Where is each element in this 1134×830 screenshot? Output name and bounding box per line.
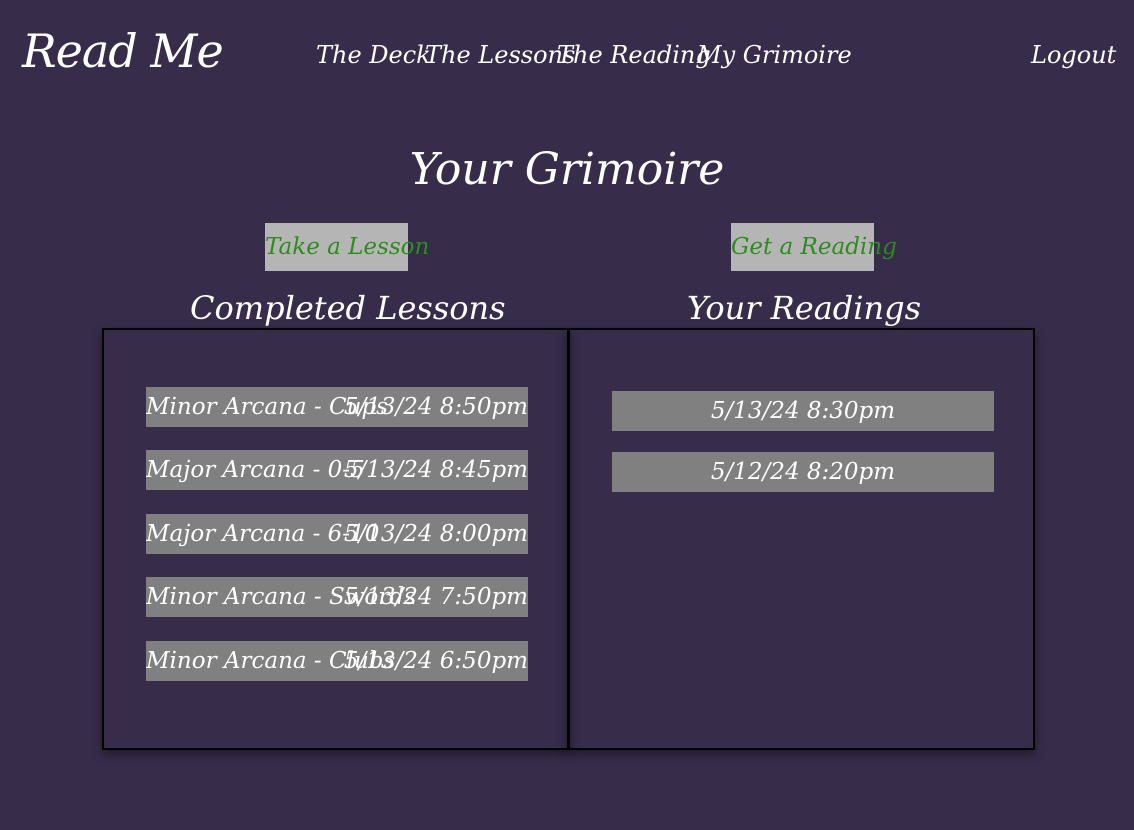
get-reading-button[interactable]: Get a Reading [731,223,897,271]
nav-link-deck[interactable]: The Deck [316,38,431,72]
lesson-timestamp: 5/13/24 6:50pm [343,648,528,674]
reading-row[interactable]: 5/13/24 8:30pm [612,391,994,431]
reading-row[interactable]: 5/12/24 8:20pm [612,452,994,492]
lesson-timestamp: 5/13/24 7:50pm [343,584,528,610]
lesson-name: Major Arcana - 0-5 [146,457,365,483]
logo[interactable]: Read Me [22,18,224,84]
lesson-row[interactable]: Major Arcana - 0-5 5/13/24 8:45pm [146,450,528,490]
completed-lessons-heading: Completed Lessons [190,289,506,327]
take-lesson-button[interactable]: Take a Lesson [265,223,429,271]
lesson-timestamp: 5/13/24 8:50pm [343,394,528,420]
lesson-timestamp: 5/13/24 8:00pm [343,521,528,547]
your-readings-heading: Your Readings [686,289,922,327]
lesson-row[interactable]: Minor Arcana - Clubs 5/13/24 6:50pm [146,641,528,681]
nav-link-reading[interactable]: The Reading [557,38,711,72]
nav-link-lessons[interactable]: The Lessons [425,38,575,72]
lesson-timestamp: 5/13/24 8:45pm [343,457,528,483]
lesson-row[interactable]: Major Arcana - 6-10 5/13/24 8:00pm [146,514,528,554]
logout-link[interactable]: Logout [1031,38,1116,72]
nav-link-grimoire[interactable]: My Grimoire [697,38,852,72]
lesson-row[interactable]: Minor Arcana - Swords 5/13/24 7:50pm [146,577,528,617]
page-title: Your Grimoire [409,144,725,195]
lesson-row[interactable]: Minor Arcana - Cups 5/13/24 8:50pm [146,387,528,427]
